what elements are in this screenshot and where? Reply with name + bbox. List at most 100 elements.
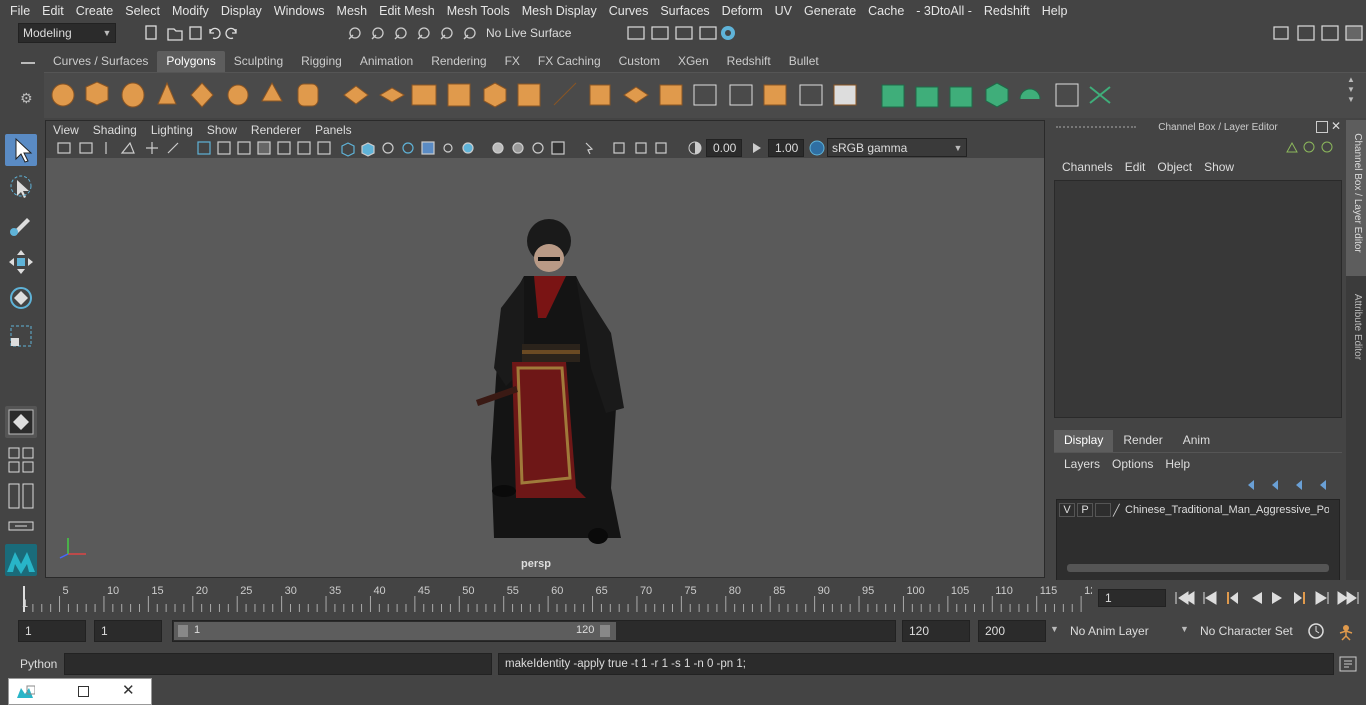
layer-name[interactable]: Chinese_Traditional_Man_Aggressive_Po [1125, 504, 1329, 516]
layout-quad-button[interactable] [5, 406, 37, 438]
move-tool[interactable] [5, 246, 37, 278]
live-surface-field[interactable]: No Live Surface [482, 23, 582, 43]
menu-redshift[interactable]: Redshift [978, 4, 1036, 18]
object-menu[interactable]: Object [1151, 160, 1198, 178]
command-input[interactable] [64, 653, 492, 675]
edit-menu[interactable]: Edit [1119, 160, 1152, 178]
side-tab-attribute-editor[interactable]: Attribute Editor [1349, 271, 1363, 383]
tab-polygons[interactable]: Polygons [157, 51, 225, 72]
close-icon[interactable]: ✕ [122, 681, 135, 699]
vp-menu-shading[interactable]: Shading [86, 123, 144, 137]
playback-start-field[interactable]: 1 [94, 620, 162, 642]
layer-color-swatch[interactable]: ╱ [1113, 504, 1125, 517]
tab-custom[interactable]: Custom [610, 51, 669, 72]
panel-grip[interactable] [1056, 126, 1136, 130]
menu-modify[interactable]: Modify [166, 4, 215, 18]
anim-layer-dropdown[interactable]: No Anim Layer [1066, 620, 1176, 642]
paint-tool[interactable] [5, 208, 37, 240]
help-menu[interactable]: Help [1159, 457, 1196, 473]
menu-edit-mesh[interactable]: Edit Mesh [373, 4, 441, 18]
command-language-label[interactable]: Python [20, 657, 57, 671]
lasso-tool[interactable] [5, 172, 37, 204]
anim-pref-icons[interactable] [1306, 621, 1362, 641]
tab-animation[interactable]: Animation [351, 51, 422, 72]
menu-3dtoall[interactable]: - 3DtoAll - [910, 4, 978, 18]
channel-list[interactable] [1054, 180, 1342, 418]
tab-redshift[interactable]: Redshift [718, 51, 780, 72]
layer-action-icons[interactable] [1244, 477, 1334, 493]
show-menu[interactable]: Show [1198, 160, 1240, 178]
render-tools[interactable] [626, 23, 746, 43]
range-handle-left[interactable] [178, 625, 188, 637]
menu-mesh-tools[interactable]: Mesh Tools [441, 4, 516, 18]
color-management-icon[interactable] [808, 139, 826, 157]
menu-uv[interactable]: UV [769, 4, 798, 18]
tab-anim[interactable]: Anim [1173, 430, 1220, 452]
time-ruler[interactable]: 5 10 15 20 25 30 35 40 45 50 55 60 65 70 75 80 85 90 95 100… [20, 582, 1096, 612]
tab-display[interactable]: Display [1054, 430, 1114, 452]
layout-four-view[interactable] [5, 444, 37, 476]
color-space-dropdown[interactable]: sRGB gamma ▼ [827, 138, 967, 157]
options-menu[interactable]: Options [1106, 457, 1159, 473]
menu-surfaces[interactable]: Surfaces [654, 4, 715, 18]
mode-dropdown[interactable]: Modeling ▼ [18, 23, 116, 43]
tab-rendering[interactable]: Rendering [422, 51, 495, 72]
tab-rigging[interactable]: Rigging [292, 51, 351, 72]
layer-visibility-toggle[interactable]: V [1059, 503, 1075, 517]
tab-sculpting[interactable]: Sculpting [225, 51, 292, 72]
range-handle-right[interactable] [600, 625, 610, 637]
character-set-dropdown[interactable]: No Character Set [1196, 620, 1296, 642]
channel-box-toggle-icons[interactable] [1284, 140, 1334, 154]
select-tool[interactable] [5, 134, 37, 166]
range-slider-handle[interactable]: 1 120 [174, 622, 616, 640]
layer-type-toggle[interactable] [1095, 503, 1111, 517]
menu-display[interactable]: Display [215, 4, 268, 18]
rotate-tool[interactable] [5, 282, 37, 314]
menu-help[interactable]: Help [1036, 4, 1074, 18]
chevron-down-icon[interactable]: ▼ [1180, 624, 1189, 634]
menu-generate[interactable]: Generate [798, 4, 862, 18]
menu-select[interactable]: Select [119, 4, 166, 18]
vp-menu-show[interactable]: Show [200, 123, 244, 137]
tab-render[interactable]: Render [1113, 430, 1172, 452]
menu-cache[interactable]: Cache [862, 4, 910, 18]
workspace-toggles[interactable] [1270, 23, 1364, 43]
layout-side-view[interactable] [5, 480, 37, 512]
gear-icon[interactable]: ⚙ [20, 90, 36, 106]
menu-windows[interactable]: Windows [268, 4, 331, 18]
snap-tools[interactable] [345, 23, 480, 43]
shelf-icons[interactable] [44, 73, 1344, 119]
start-frame-field[interactable]: 1 [18, 620, 86, 642]
float-icon[interactable] [1316, 121, 1328, 133]
tab-bullet[interactable]: Bullet [780, 51, 828, 72]
tab-fx[interactable]: FX [496, 51, 529, 72]
layer-playback-toggle[interactable]: P [1077, 503, 1093, 517]
current-frame-field[interactable]: 1 [1098, 589, 1166, 607]
shelf-scroll[interactable]: ▲ ▼ ▼ [1344, 75, 1358, 117]
playback-end-field[interactable]: 120 [902, 620, 970, 642]
vp-menu-panels[interactable]: Panels [308, 123, 359, 137]
exposure-field[interactable]: 0.00 [706, 139, 742, 157]
chevron-down-icon[interactable]: ▼ [1050, 624, 1059, 634]
viewport-tool-icons[interactable] [54, 139, 684, 157]
close-icon[interactable]: ✕ [1331, 119, 1343, 133]
playback-controls[interactable] [1172, 587, 1362, 609]
vp-menu-lighting[interactable]: Lighting [144, 123, 200, 137]
menu-mesh-display[interactable]: Mesh Display [516, 4, 603, 18]
channels-menu[interactable]: Channels [1056, 160, 1119, 178]
minimized-window[interactable]: ✕ [8, 678, 152, 705]
menu-deform[interactable]: Deform [716, 4, 769, 18]
3d-viewport[interactable]: persp [46, 158, 1044, 577]
menu-curves[interactable]: Curves [603, 4, 655, 18]
vp-menu-renderer[interactable]: Renderer [244, 123, 308, 137]
vp-menu-view[interactable]: View [46, 123, 86, 137]
menu-create[interactable]: Create [70, 4, 120, 18]
scale-tool[interactable] [5, 320, 37, 352]
tab-xgen[interactable]: XGen [669, 51, 718, 72]
menu-edit[interactable]: Edit [36, 4, 70, 18]
layer-row[interactable]: V P ╱ Chinese_Traditional_Man_Aggressive… [1059, 502, 1337, 518]
layers-menu[interactable]: Layers [1058, 457, 1106, 473]
shelf-menu-icon[interactable] [21, 62, 35, 64]
maximize-icon[interactable] [78, 686, 89, 697]
range-slider[interactable]: 1 120 [172, 620, 896, 642]
